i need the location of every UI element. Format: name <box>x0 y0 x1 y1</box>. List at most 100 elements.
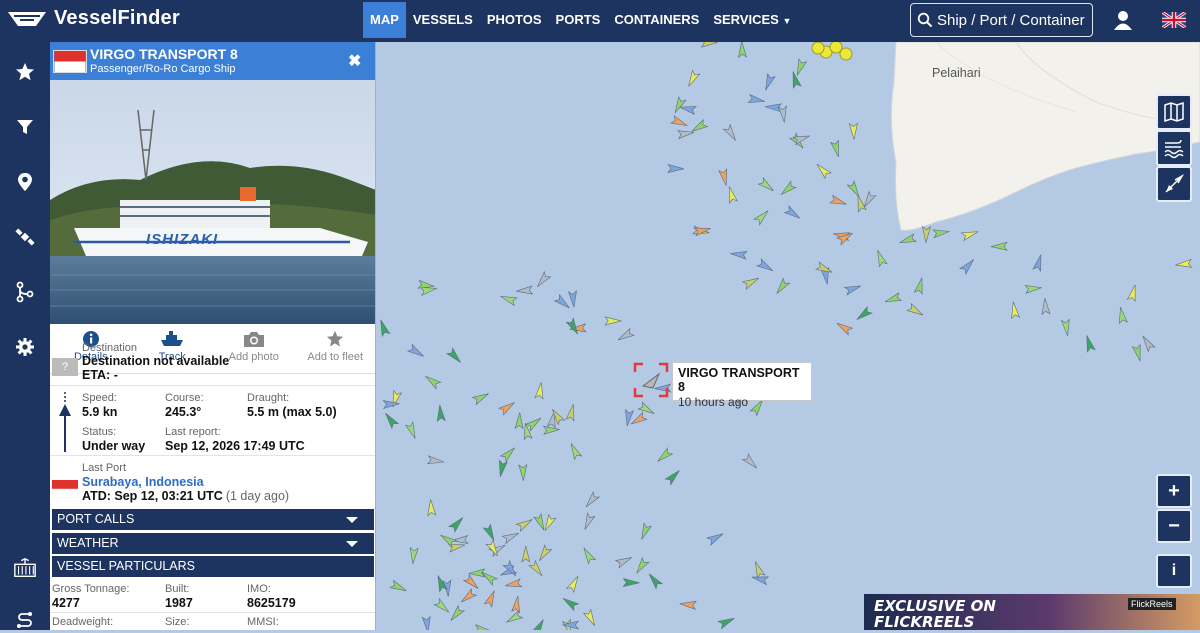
vessel-marker[interactable] <box>741 453 760 471</box>
vessel-marker[interactable] <box>409 546 419 565</box>
vessel-marker[interactable] <box>511 595 522 614</box>
vessel-marker[interactable] <box>382 400 400 410</box>
vessel-marker[interactable] <box>583 491 601 509</box>
vessel-marker[interactable] <box>389 579 408 594</box>
vessel-marker[interactable] <box>1041 298 1051 316</box>
vessel-marker[interactable] <box>1024 284 1042 294</box>
vessel-marker[interactable] <box>505 609 524 626</box>
nav-ports[interactable]: PORTS <box>549 2 608 38</box>
vessel-marker[interactable] <box>515 516 534 532</box>
vessel-marker[interactable] <box>913 277 925 295</box>
uk-flag-icon[interactable] <box>1162 12 1186 28</box>
vessel-marker[interactable] <box>622 578 640 588</box>
weather-toggle[interactable]: WEATHER <box>52 533 374 554</box>
zoom-out-button[interactable]: − <box>1156 509 1192 543</box>
vessel-marker[interactable] <box>516 285 534 295</box>
vessel-marker[interactable] <box>730 250 748 260</box>
vessel-marker[interactable] <box>504 578 523 590</box>
satellite-icon[interactable] <box>13 225 37 249</box>
vessel-marker[interactable] <box>679 600 697 610</box>
vessel-marker[interactable] <box>567 290 578 308</box>
anchored-vessel-marker[interactable] <box>811 42 825 55</box>
vessel-marker[interactable] <box>959 257 977 275</box>
vessel-marker[interactable] <box>499 293 518 307</box>
vessel-marker[interactable] <box>664 468 682 486</box>
weather-layer-button[interactable] <box>1156 130 1192 166</box>
vessel-marker[interactable] <box>738 42 748 59</box>
vessel-marker[interactable] <box>473 624 492 630</box>
container-icon[interactable] <box>13 556 37 580</box>
vessel-marker[interactable] <box>468 568 486 578</box>
vessel-marker[interactable] <box>528 559 545 579</box>
vessel-marker[interactable] <box>542 425 560 435</box>
vessel-marker[interactable] <box>672 95 687 115</box>
vessel-marker[interactable] <box>693 225 711 237</box>
vessel-marker[interactable] <box>565 403 577 422</box>
vessel-marker[interactable] <box>445 347 464 365</box>
vessel-marker[interactable] <box>789 71 802 89</box>
vessel-marker[interactable] <box>884 292 903 306</box>
vessel-marker[interactable] <box>685 69 701 88</box>
vessel-marker[interactable] <box>756 258 775 274</box>
vessel-marker[interactable] <box>580 546 597 565</box>
vessel-marker[interactable] <box>553 293 571 311</box>
vessel-marker[interactable] <box>496 459 508 477</box>
vessel-marker[interactable] <box>1175 258 1193 269</box>
selected-vessel-marker[interactable] <box>633 362 669 398</box>
vessel-marker[interactable] <box>741 275 761 290</box>
vessel-marker[interactable] <box>1032 254 1045 273</box>
vessel-marker[interactable] <box>717 615 736 630</box>
vessel-marker[interactable] <box>1131 343 1144 362</box>
vessel-marker[interactable] <box>848 122 858 140</box>
vessel-marker[interactable] <box>752 560 766 579</box>
vessel-marker[interactable] <box>854 305 873 323</box>
vessel-marker[interactable] <box>783 205 802 222</box>
vessel-marker[interactable] <box>725 185 738 204</box>
vessel-marker[interactable] <box>518 463 528 481</box>
vessel-marker[interactable] <box>448 604 466 623</box>
vessel-marker[interactable] <box>779 180 797 197</box>
vessel-tooltip[interactable]: VIRGO TRANSPORT 8 10 hours ago <box>672 362 812 409</box>
vessel-marker[interactable] <box>426 455 445 466</box>
vessel-marker[interactable] <box>762 72 776 92</box>
vessel-marker[interactable] <box>521 545 531 563</box>
vessel-marker[interactable] <box>448 515 466 533</box>
vessel-marker[interactable] <box>382 411 400 430</box>
vessel-marker[interactable] <box>531 617 547 630</box>
zoom-in-button[interactable]: + <box>1156 474 1192 508</box>
vessel-marker[interactable] <box>1117 306 1128 325</box>
vessel-marker[interactable] <box>747 93 765 106</box>
vessel-marker[interactable] <box>753 208 771 226</box>
vessel-marker[interactable] <box>835 230 855 246</box>
vessel-marker[interactable] <box>501 529 520 545</box>
nav-containers[interactable]: CONTAINERS <box>607 2 706 38</box>
vessel-marker[interactable] <box>436 404 446 423</box>
vessel-marker[interactable] <box>830 139 843 158</box>
vessel-marker[interactable] <box>427 499 437 517</box>
vessel-marker[interactable] <box>482 523 497 542</box>
advertisement-banner[interactable]: EXCLUSIVE ON FLICKREELS FlickReels <box>864 594 1200 630</box>
vessel-marker[interactable] <box>757 176 776 194</box>
vessel-marker[interactable] <box>1139 334 1156 353</box>
map-layers-button[interactable] <box>1156 94 1192 130</box>
vessel-marker[interactable] <box>814 161 832 180</box>
vessel-marker[interactable] <box>843 282 863 296</box>
vessel-marker[interactable] <box>1126 284 1139 303</box>
logo[interactable]: VesselFinder <box>6 6 180 30</box>
user-icon[interactable] <box>1112 9 1134 31</box>
vessel-marker[interactable] <box>667 164 685 174</box>
vessel-marker[interactable] <box>718 168 730 186</box>
vessel-marker[interactable] <box>646 571 664 590</box>
anchored-vessel-marker[interactable] <box>839 47 853 61</box>
vessel-marker[interactable] <box>835 320 854 336</box>
vessel-marker[interactable] <box>922 225 931 243</box>
vessel-marker[interactable] <box>502 559 519 579</box>
vessel-marker[interactable] <box>471 390 491 406</box>
vessel-marker[interactable] <box>536 544 553 563</box>
vessel-marker[interactable] <box>377 318 391 338</box>
vessel-marker[interactable] <box>777 105 788 123</box>
route-lines-icon[interactable] <box>13 609 37 633</box>
map-info-button[interactable]: i <box>1156 554 1192 588</box>
vessel-marker[interactable] <box>514 412 524 430</box>
vessel-marker[interactable] <box>524 415 544 432</box>
